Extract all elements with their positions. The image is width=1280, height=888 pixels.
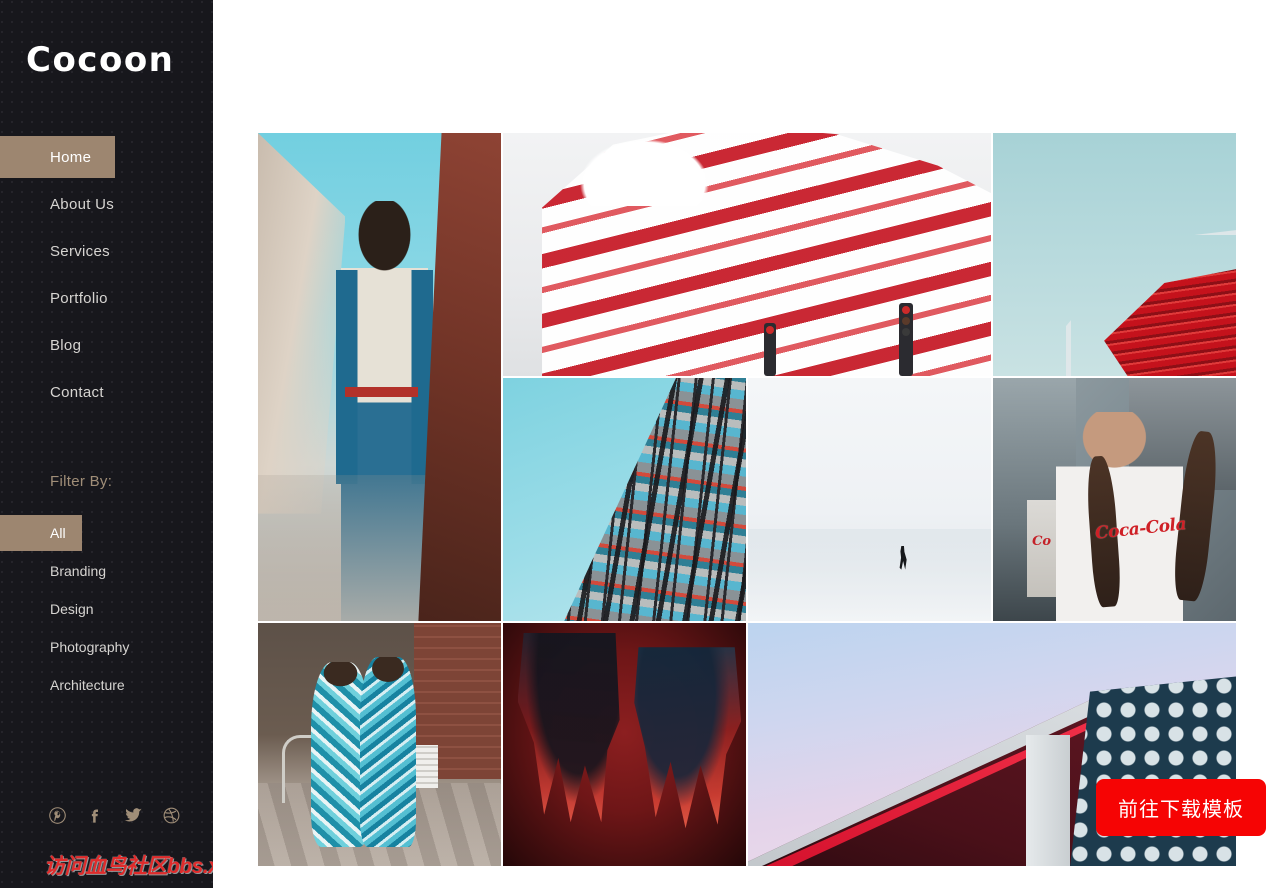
nav-item-home[interactable]: Home bbox=[0, 136, 115, 178]
man-road-shape bbox=[258, 474, 501, 621]
street-style-pair-image bbox=[258, 623, 501, 866]
nav-item-about-us[interactable]: About Us bbox=[0, 183, 115, 225]
man-jacket-shape bbox=[335, 269, 433, 485]
brand-logo[interactable]: Cocoon bbox=[0, 0, 213, 120]
nav-item-label: Home bbox=[50, 148, 92, 166]
social-links bbox=[46, 804, 182, 826]
nav-item-label: About Us bbox=[50, 195, 115, 213]
gallery-item-curved-facade[interactable] bbox=[503, 378, 746, 621]
pillar-shape bbox=[1026, 734, 1071, 866]
pinterest-icon[interactable] bbox=[46, 804, 68, 826]
filter-list: All Branding Design Photography Architec… bbox=[0, 515, 213, 703]
twitter-icon[interactable] bbox=[122, 804, 144, 826]
gallery-item-man-in-street[interactable] bbox=[258, 133, 501, 621]
filter-item-architecture[interactable]: Architecture bbox=[0, 667, 125, 703]
brand-name: Cocoon bbox=[26, 40, 175, 80]
gallery-item-teal-sky-red-roof[interactable] bbox=[993, 133, 1236, 376]
dribbble-icon[interactable] bbox=[160, 804, 182, 826]
gallery-item-red-white-wavy-building[interactable] bbox=[503, 133, 991, 376]
nav-item-label: Blog bbox=[50, 336, 82, 354]
nav-item-label: Contact bbox=[50, 383, 104, 401]
portfolio-gallery: Co Coca-Cola bbox=[258, 133, 1236, 888]
nav-item-label: Portfolio bbox=[50, 289, 108, 307]
lone-walker-snow-image bbox=[748, 378, 991, 621]
nav-item-contact[interactable]: Contact bbox=[0, 371, 115, 413]
main-navigation: Home About Us Services Portfolio Blog Co… bbox=[0, 136, 213, 413]
filter-item-label: Photography bbox=[50, 639, 130, 655]
filter-item-photography[interactable]: Photography bbox=[0, 629, 129, 665]
nav-item-label: Services bbox=[50, 242, 110, 260]
nav-item-portfolio[interactable]: Portfolio bbox=[0, 277, 115, 319]
left-hand-shape bbox=[517, 632, 620, 823]
man-belt-shape bbox=[345, 386, 419, 398]
filter-item-label: All bbox=[50, 525, 66, 541]
nav-item-blog[interactable]: Blog bbox=[0, 324, 115, 366]
gallery-item-street-style-pair[interactable] bbox=[258, 623, 501, 866]
coca-cola-woman-image: Co Coca-Cola bbox=[993, 378, 1236, 621]
download-template-button[interactable]: 前往下载模板 bbox=[1096, 779, 1266, 836]
man-in-street-image bbox=[258, 133, 501, 621]
filter-item-branding[interactable]: Branding bbox=[0, 553, 106, 589]
traffic-light-icon bbox=[898, 303, 913, 376]
main-content: Co Coca-Cola 前往下载模板 bbox=[213, 0, 1280, 888]
teal-sky-red-roof-image bbox=[993, 133, 1236, 376]
perforated-wall-shape bbox=[1070, 676, 1236, 866]
nav-item-services[interactable]: Services bbox=[0, 230, 115, 272]
page-root: Cocoon Home About Us Services Portfolio … bbox=[0, 0, 1280, 888]
person-figure-shape bbox=[360, 657, 416, 847]
gallery-item-red-lit-hands[interactable] bbox=[503, 623, 746, 866]
red-white-wavy-building-image bbox=[503, 133, 991, 376]
filter-item-label: Architecture bbox=[50, 677, 125, 693]
filter-item-label: Design bbox=[50, 601, 94, 617]
curved-facade-image bbox=[503, 378, 746, 621]
filter-item-design[interactable]: Design bbox=[0, 591, 94, 627]
sidebar: Cocoon Home About Us Services Portfolio … bbox=[0, 0, 213, 888]
facebook-icon[interactable] bbox=[84, 804, 106, 826]
filter-item-all[interactable]: All bbox=[0, 515, 82, 551]
filter-item-label: Branding bbox=[50, 563, 107, 579]
red-lit-hands-image bbox=[503, 623, 746, 866]
right-hand-shape bbox=[634, 647, 742, 829]
walking-person-silhouette bbox=[899, 545, 907, 570]
gallery-item-lone-walker-snow[interactable] bbox=[748, 378, 991, 621]
watermark-text: 访问血鸟社区bbs.xieniao.com免费下载更多网页 bbox=[44, 855, 213, 878]
traffic-light-icon bbox=[764, 322, 777, 376]
filter-heading: Filter By: bbox=[50, 473, 113, 490]
gallery-item-coca-cola-woman[interactable]: Co Coca-Cola bbox=[993, 378, 1236, 621]
